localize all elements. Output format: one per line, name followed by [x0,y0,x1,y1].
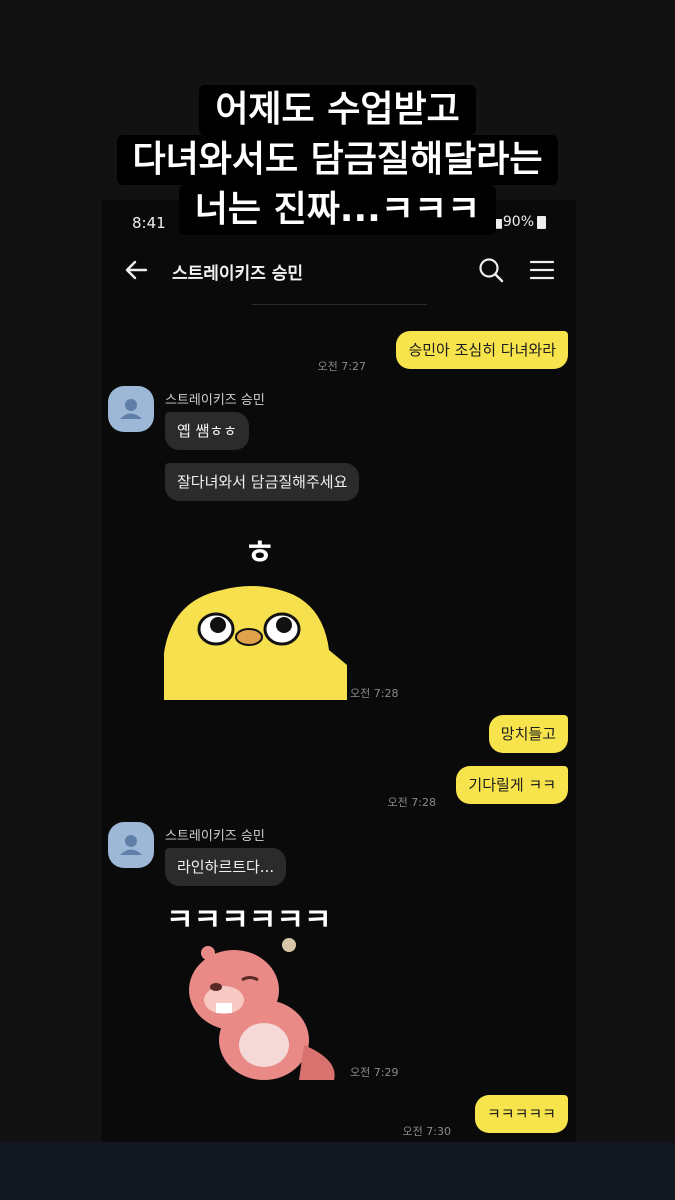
header-divider [252,304,427,305]
other-message-bubble[interactable]: 옙 쌤ㅎㅎ [165,412,249,450]
avatar[interactable] [108,386,154,432]
chick-sticker[interactable]: ㅎ [164,525,349,700]
message-time: 오전 7:27 [317,360,366,373]
chick-icon [164,586,347,700]
message-text: 망치들고 [500,725,556,743]
sender-name: 스트레이키즈 승민 [165,393,265,408]
other-message-bubble[interactable]: 라인하르트다... [165,848,287,886]
beaver-icon [189,938,335,1080]
message-time: 오전 7:28 [350,687,399,700]
other-message-bubble[interactable]: 잘다녀와서 담금질해주세요 [165,463,360,501]
caption-line: 다녀와서도 담금질해달라는 [116,135,559,185]
default-profile-icon [120,835,142,855]
chat-header: 스트레이키즈 승민 [102,250,576,294]
default-profile-icon [120,399,142,419]
my-message-bubble[interactable]: 승민아 조심히 다녀와라 [396,331,568,369]
story-bottom-bar [0,1142,675,1200]
my-message-bubble[interactable]: 기다릴게 ㅋㅋ [456,766,568,804]
message-time: 오전 7:29 [350,1066,399,1079]
caption-line: 너는 진짜...ㅋㅋㅋ [178,185,497,235]
chat-screenshot: 8:41 ▂▄▆ 90% 스트레이키즈 승민 승민아 조심히 다녀와라 오전 7… [102,200,576,1142]
message-text: 옙 쌤ㅎㅎ [177,422,237,440]
message-text: 라인하르트다... [177,858,275,876]
search-icon[interactable] [476,255,506,285]
back-arrow-icon[interactable] [120,254,152,286]
chat-title: 스트레이키즈 승민 [172,264,304,284]
message-text: ㅋㅋㅋㅋㅋ [486,1105,556,1123]
story-caption: 어제도 수업받고 다녀와서도 담금질해달라는 너는 진짜...ㅋㅋㅋ [0,85,675,235]
sender-name: 스트레이키즈 승민 [165,829,265,844]
menu-icon[interactable] [527,255,557,285]
message-text: 승민아 조심히 다녀와라 [408,341,556,359]
my-message-bubble[interactable]: ㅋㅋㅋㅋㅋ [474,1095,568,1133]
caption-line: 어제도 수업받고 [199,85,476,135]
message-text: 기다릴게 ㅋㅋ [468,776,556,794]
message-time: 오전 7:28 [387,796,436,809]
beaver-sticker[interactable]: ㅋㅋㅋㅋㅋㅋ [164,895,349,1080]
avatar[interactable] [108,822,154,868]
message-time: 오전 7:30 [402,1125,451,1138]
my-message-bubble[interactable]: 망치들고 [488,715,568,753]
message-text: 잘다녀와서 담금질해주세요 [177,473,348,491]
